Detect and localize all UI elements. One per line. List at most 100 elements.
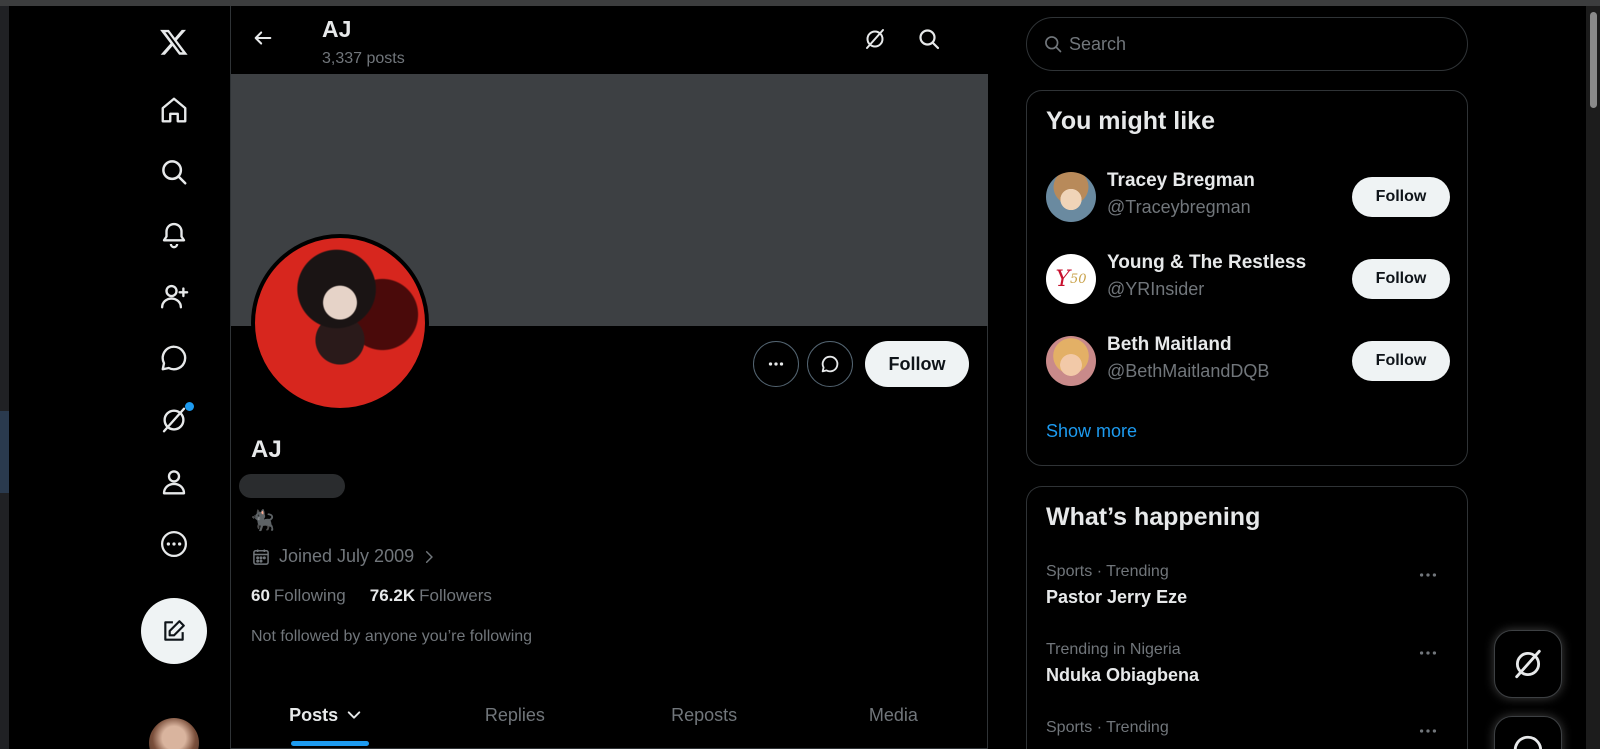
ellipsis-icon	[1419, 651, 1437, 655]
trend-item[interactable]: Trending in Nigeria Nduka Obiagbena	[1046, 641, 1450, 701]
ellipsis-icon	[768, 362, 784, 366]
back-button[interactable]	[245, 20, 281, 56]
tab-posts[interactable]: Posts	[231, 682, 420, 748]
message-button[interactable]	[807, 341, 853, 387]
grok-icon[interactable]	[140, 392, 208, 448]
more-icon[interactable]	[140, 516, 208, 572]
suggested-user-avatar[interactable]	[1046, 172, 1096, 222]
grok-icon	[1515, 649, 1541, 679]
trend-more-button[interactable]	[1416, 565, 1440, 585]
notification-dot	[185, 402, 194, 411]
profile-avatar[interactable]	[251, 234, 429, 412]
follow-button[interactable]: Follow	[865, 341, 969, 387]
tab-label: Replies	[484, 704, 545, 725]
message-icon	[821, 355, 839, 373]
compose-icon	[164, 620, 185, 641]
profile-topbar: AJ 3,337 posts	[231, 6, 988, 74]
tab-label: Media	[868, 704, 918, 725]
follow-button[interactable]: Follow	[1352, 177, 1450, 217]
followers-link[interactable]: 76.2K Followers	[370, 586, 492, 606]
posts-count: 3,337 posts	[322, 50, 405, 67]
follow-button[interactable]: Follow	[1352, 341, 1450, 381]
grok-icon	[866, 29, 884, 49]
chevron-right-icon	[426, 550, 434, 563]
profile-search-button[interactable]	[912, 22, 946, 56]
window-left-edge	[0, 6, 9, 749]
who-to-follow-card: You might like Tracey Bregman @Traceybre…	[1026, 90, 1468, 466]
suggested-user[interactable]: Beth Maitland @BethMaitlandDQB Follow	[1046, 331, 1450, 391]
whats-happening-title: What’s happening	[1046, 503, 1261, 531]
trend-name: Nduka Obiagbena	[1046, 665, 1200, 685]
trend-meta: Trending in Nigeria	[1046, 641, 1181, 658]
profile-column: AJ 3,337 posts Follow AJ 🐈‍⬛ Joined July…	[230, 6, 988, 749]
following-count: 60	[251, 586, 270, 605]
tab-reposts[interactable]: Reposts	[610, 682, 799, 748]
notifications-icon[interactable]	[140, 206, 208, 262]
mutual-followers-note: Not followed by anyone you’re following	[251, 628, 533, 645]
suggested-user-avatar[interactable]	[1046, 336, 1096, 386]
scrollbar-thumb[interactable]	[1590, 12, 1597, 108]
joined-text: Joined July 2009	[279, 546, 415, 566]
profile-name: AJ	[251, 436, 282, 463]
profile-handle-redacted	[239, 474, 345, 498]
show-more-link[interactable]: Show more	[1046, 421, 1137, 442]
follow-button[interactable]: Follow	[1352, 259, 1450, 299]
more-options-button[interactable]	[753, 341, 799, 387]
page-scrollbar[interactable]	[1586, 6, 1600, 749]
suggested-user[interactable]: Tracey Bregman @Traceybregman Follow	[1046, 167, 1450, 227]
messages-icon	[1513, 735, 1542, 749]
grok-fab[interactable]	[1494, 630, 1562, 698]
suggested-user-handle[interactable]: @Traceybregman	[1107, 197, 1251, 218]
ellipsis-icon	[1419, 729, 1437, 733]
tab-replies[interactable]: Replies	[420, 682, 609, 748]
suggested-user-avatar[interactable]: Y 50	[1046, 254, 1096, 304]
suggested-user-handle[interactable]: @YRInsider	[1107, 279, 1204, 300]
home-icon[interactable]	[140, 82, 208, 138]
suggested-user-name[interactable]: Tracey Bregman	[1107, 170, 1255, 192]
trend-item[interactable]: Sports · Trending	[1046, 719, 1450, 749]
messages-icon[interactable]	[140, 330, 208, 386]
chevron-down-icon	[347, 711, 361, 719]
grok-button[interactable]	[858, 22, 892, 56]
trend-meta: Sports · Trending	[1046, 563, 1169, 580]
active-tab-indicator	[291, 741, 369, 746]
suggested-user-name[interactable]: Young & The Restless	[1107, 252, 1306, 274]
suggested-user-handle[interactable]: @BethMaitlandDQB	[1107, 361, 1269, 382]
trend-more-button[interactable]	[1416, 643, 1440, 663]
explore-icon[interactable]	[140, 144, 208, 200]
page-title: AJ	[322, 16, 352, 42]
tab-media[interactable]: Media	[799, 682, 988, 748]
tab-label: Reposts	[671, 704, 738, 725]
arrow-left-icon	[254, 31, 272, 45]
trend-item[interactable]: Sports · Trending Pastor Jerry Eze	[1046, 563, 1450, 623]
ellipsis-icon	[1419, 573, 1437, 577]
compose-button[interactable]	[141, 598, 207, 664]
x-logo-icon[interactable]	[140, 14, 208, 70]
calendar-icon	[253, 549, 269, 565]
left-nav	[140, 6, 230, 749]
search-icon	[919, 29, 940, 50]
whats-happening-card: What’s happening Sports · Trending Pasto…	[1026, 486, 1468, 749]
search-input[interactable]	[1069, 33, 1429, 55]
account-avatar[interactable]	[149, 718, 199, 749]
suggested-user[interactable]: Y 50 Young & The Restless @YRInsider Foll…	[1046, 249, 1450, 309]
profile-tabs: Posts Replies Reposts Media	[231, 682, 988, 749]
followers-count: 76.2K	[369, 586, 416, 605]
joined-date[interactable]: Joined July 2009	[251, 546, 436, 567]
left-edge-highlight	[0, 411, 9, 493]
following-label: Following	[273, 586, 346, 605]
trend-name: Pastor Jerry Eze	[1046, 587, 1188, 607]
messages-fab[interactable]	[1494, 716, 1562, 749]
search-icon	[1045, 36, 1062, 53]
search-bar[interactable]	[1026, 17, 1468, 71]
profile-bio: 🐈‍⬛	[250, 510, 275, 532]
follow-icon[interactable]	[140, 268, 208, 324]
profile-icon[interactable]	[140, 454, 208, 510]
suggested-user-name[interactable]: Beth Maitland	[1107, 334, 1232, 356]
trend-meta: Sports · Trending	[1046, 719, 1169, 736]
follow-stats: 60 Following 76.2K Followers	[251, 586, 492, 606]
trend-more-button[interactable]	[1416, 721, 1440, 741]
followers-label: Followers	[419, 586, 492, 605]
following-link[interactable]: 60 Following	[251, 586, 346, 606]
tab-label: Posts	[289, 704, 339, 725]
